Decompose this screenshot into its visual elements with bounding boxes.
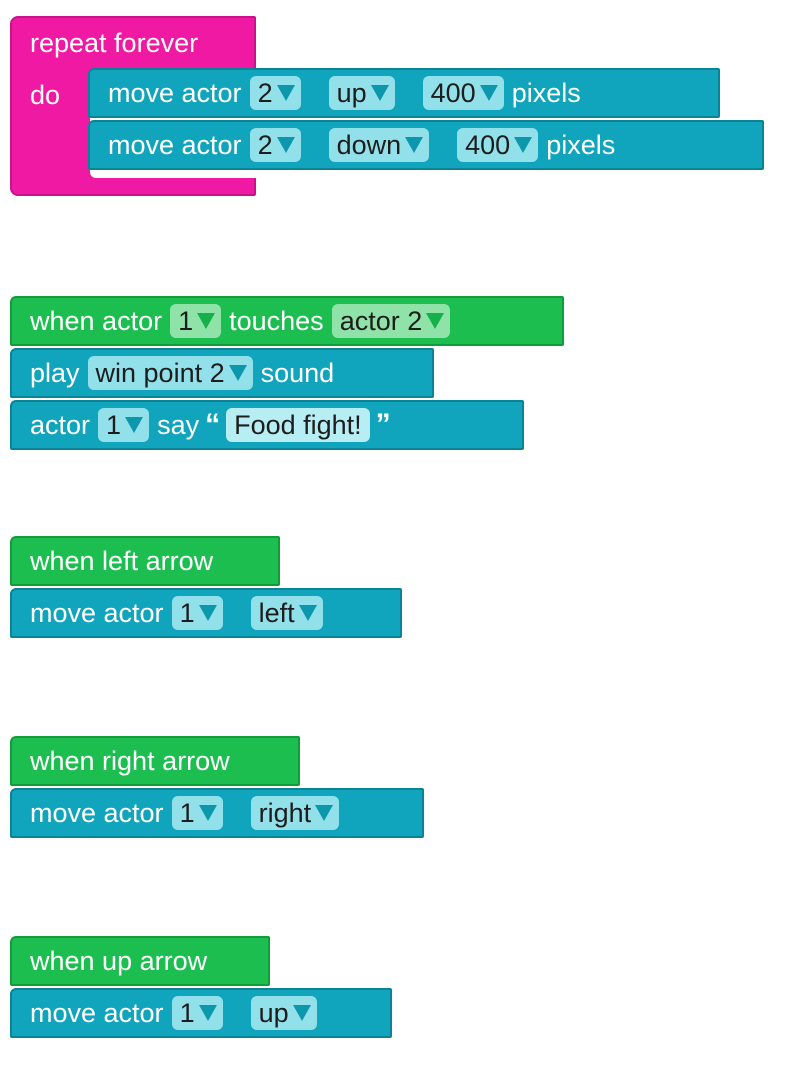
play-label: play xyxy=(30,357,80,388)
when-actor-touches-block[interactable]: when actor 1 touches actor 2 xyxy=(10,296,564,346)
actor-dropdown[interactable]: 1 xyxy=(98,408,150,442)
actor-dropdown[interactable]: 2 xyxy=(249,76,301,110)
open-quote-icon: “ xyxy=(205,408,221,441)
block-label: move actor xyxy=(30,597,164,628)
dropdown-arrow-icon xyxy=(198,605,217,621)
unit-label: pixels xyxy=(546,129,616,160)
dropdown-arrow-icon xyxy=(298,605,317,621)
dropdown-arrow-icon xyxy=(315,805,334,821)
dropdown-arrow-icon xyxy=(370,85,389,101)
dropdown-arrow-icon xyxy=(426,313,445,329)
dropdown-arrow-icon xyxy=(228,365,247,381)
dropdown-arrow-icon xyxy=(197,313,216,329)
move-actor-right-block[interactable]: move actor 1 right xyxy=(10,788,424,838)
when-left-arrow-block[interactable]: when left arrow xyxy=(10,536,280,586)
target-dropdown[interactable]: actor 2 xyxy=(331,304,451,338)
touches-label: touches xyxy=(229,305,324,336)
dropdown-arrow-icon xyxy=(479,85,498,101)
message-input[interactable]: Food fight! xyxy=(226,408,370,442)
actor-dropdown[interactable]: 2 xyxy=(249,128,301,162)
actor-dropdown[interactable]: 1 xyxy=(171,996,223,1030)
actor-label: actor xyxy=(30,409,91,440)
actor-say-block[interactable]: actor 1 say “ Food fight! ” xyxy=(10,400,524,450)
dropdown-arrow-icon xyxy=(292,1005,311,1021)
unit-label: pixels xyxy=(511,77,581,108)
actor-dropdown[interactable]: 1 xyxy=(171,596,223,630)
event-label: when right arrow xyxy=(30,745,230,776)
event-label: when up arrow xyxy=(30,945,208,976)
direction-dropdown[interactable]: up xyxy=(250,996,317,1030)
move-actor-up-block[interactable]: move actor 2 up 400 pixels xyxy=(88,68,720,118)
dropdown-arrow-icon xyxy=(514,137,533,153)
when-up-arrow-block[interactable]: when up arrow xyxy=(10,936,270,986)
block-label: move actor xyxy=(108,77,242,108)
direction-dropdown[interactable]: up xyxy=(328,76,395,110)
block-label: move actor xyxy=(108,129,242,160)
direction-dropdown[interactable]: right xyxy=(250,796,340,830)
dropdown-arrow-icon xyxy=(276,137,295,153)
block-label: move actor xyxy=(30,997,164,1028)
event-label: when left arrow xyxy=(30,545,214,576)
sound-label: sound xyxy=(260,357,335,388)
dropdown-arrow-icon xyxy=(405,137,424,153)
direction-dropdown[interactable]: down xyxy=(328,128,430,162)
sound-dropdown[interactable]: win point 2 xyxy=(87,356,253,390)
do-label: do xyxy=(30,80,61,110)
dropdown-arrow-icon xyxy=(125,417,144,433)
dropdown-arrow-icon xyxy=(198,1005,217,1021)
amount-dropdown[interactable]: 400 xyxy=(422,76,504,110)
block-label: move actor xyxy=(30,797,164,828)
play-sound-block[interactable]: play win point 2 sound xyxy=(10,348,434,398)
move-actor-up-arrow-block[interactable]: move actor 1 up xyxy=(10,988,392,1038)
actor-dropdown[interactable]: 1 xyxy=(171,796,223,830)
move-actor-down-block[interactable]: move actor 2 down 400 pixels xyxy=(88,120,764,170)
dropdown-arrow-icon xyxy=(276,85,295,101)
move-actor-left-block[interactable]: move actor 1 left xyxy=(10,588,402,638)
amount-dropdown[interactable]: 400 xyxy=(457,128,539,162)
close-quote-icon: ” xyxy=(375,408,391,441)
say-label: say xyxy=(157,409,200,440)
when-right-arrow-block[interactable]: when right arrow xyxy=(10,736,300,786)
dropdown-arrow-icon xyxy=(198,805,217,821)
event-label: when actor xyxy=(30,305,163,336)
actor-dropdown[interactable]: 1 xyxy=(170,304,222,338)
repeat-title: repeat forever xyxy=(30,28,199,58)
direction-dropdown[interactable]: left xyxy=(250,596,323,630)
